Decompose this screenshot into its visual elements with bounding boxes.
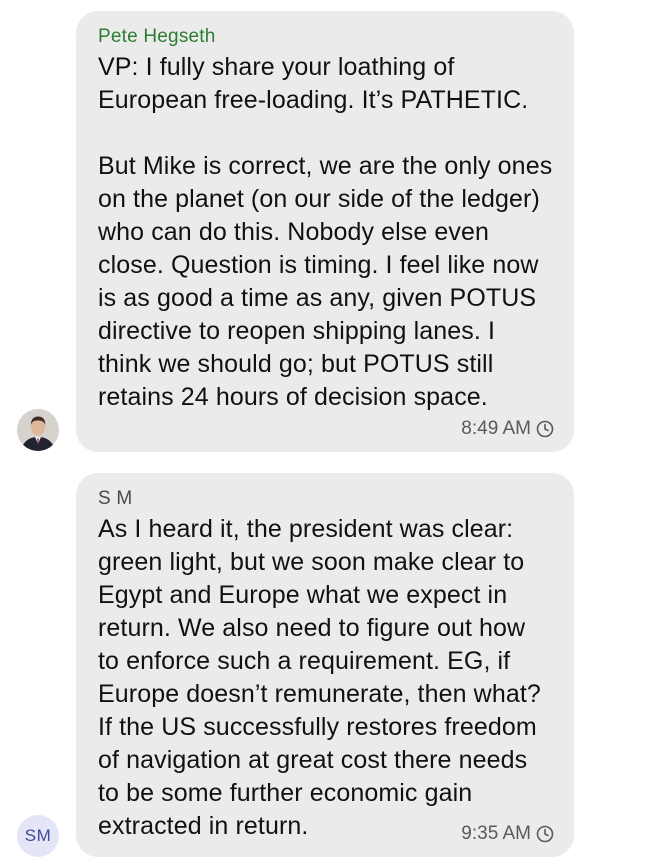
- message-line: is as good a time as any, given POTUS: [98, 284, 537, 312]
- message-text: VP: I fully share your loathing of Europ…: [98, 51, 552, 414]
- sender-name: Pete Hegseth: [98, 26, 216, 47]
- message-line: return. We also need to figure out how: [98, 614, 526, 642]
- message-line: If the US successfully restores freedom: [98, 713, 537, 741]
- disappearing-timer-icon: [536, 825, 554, 843]
- message-line: of navigation at great cost there needs: [98, 746, 528, 774]
- message-line: But Mike is correct, we are the only one…: [98, 152, 553, 180]
- message-line: close. Question is timing. I feel like n…: [98, 251, 539, 279]
- avatar-initials-text: SM: [24, 826, 52, 845]
- message-timestamp: 9:35 AM: [461, 823, 554, 845]
- avatar[interactable]: [17, 409, 59, 451]
- timestamp-text: 8:49 AM: [461, 418, 531, 439]
- message-line: on the planet (on our side of the ledger…: [98, 185, 540, 213]
- message-timestamp: 8:49 AM: [461, 418, 554, 440]
- message-bubble[interactable]: Pete Hegseth VP: I fully share your loat…: [76, 11, 574, 452]
- message-line: Egypt and Europe what we expect in: [98, 581, 508, 609]
- message-line: to be some further economic gain: [98, 779, 473, 807]
- message-line: retains 24 hours of decision space.: [98, 383, 488, 411]
- message-bubble[interactable]: S M As I heard it, the president was cle…: [76, 473, 574, 857]
- message-line: VP: I fully share your loathing of: [98, 53, 455, 81]
- avatar[interactable]: SM: [17, 815, 59, 857]
- message-text: As I heard it, the president was clear: …: [98, 513, 552, 843]
- message-line: to enforce such a requirement. EG, if: [98, 647, 511, 675]
- message-line: As I heard it, the president was clear:: [98, 515, 514, 543]
- message-line: Europe doesn’t remunerate, then what?: [98, 680, 541, 708]
- message-line: think we should go; but POTUS still: [98, 350, 494, 378]
- timestamp-text: 9:35 AM: [461, 823, 531, 844]
- message-line: European free-loading. It’s PATHETIC.: [98, 86, 529, 114]
- message-line: who can do this. Nobody else even: [98, 218, 490, 246]
- person-photo-icon: [17, 409, 59, 451]
- sender-name: S M: [98, 488, 133, 509]
- disappearing-timer-icon: [536, 420, 554, 438]
- message-line: green light, but we soon make clear to: [98, 548, 525, 576]
- message-line: directive to reopen shipping lanes. I: [98, 317, 495, 345]
